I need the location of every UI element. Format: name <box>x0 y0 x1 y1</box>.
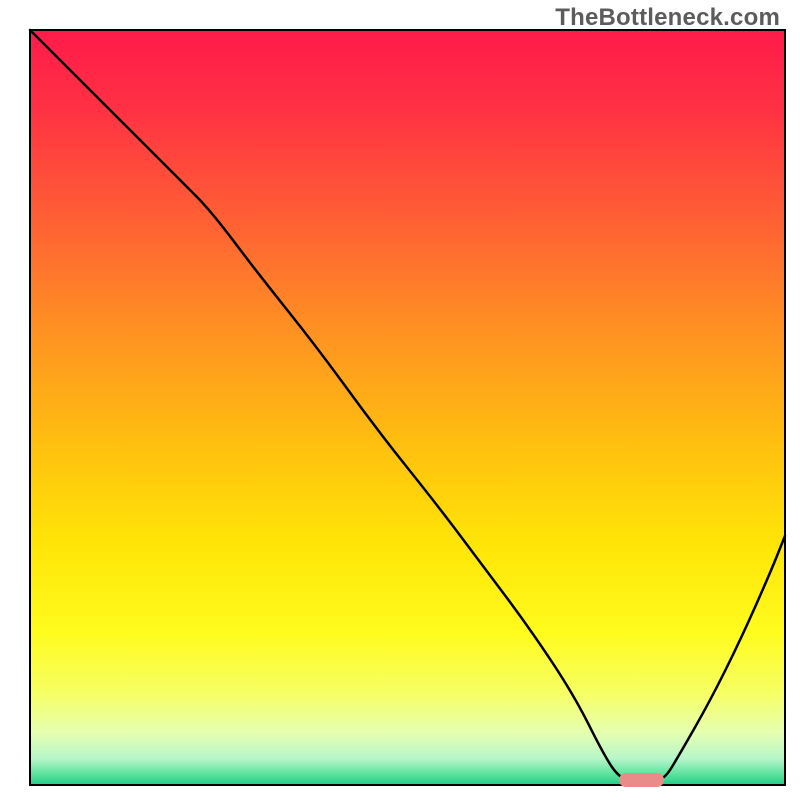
chart-stage: TheBottleneck.com <box>0 0 800 800</box>
bottleneck-chart <box>0 0 800 800</box>
optimal-marker <box>619 773 664 787</box>
